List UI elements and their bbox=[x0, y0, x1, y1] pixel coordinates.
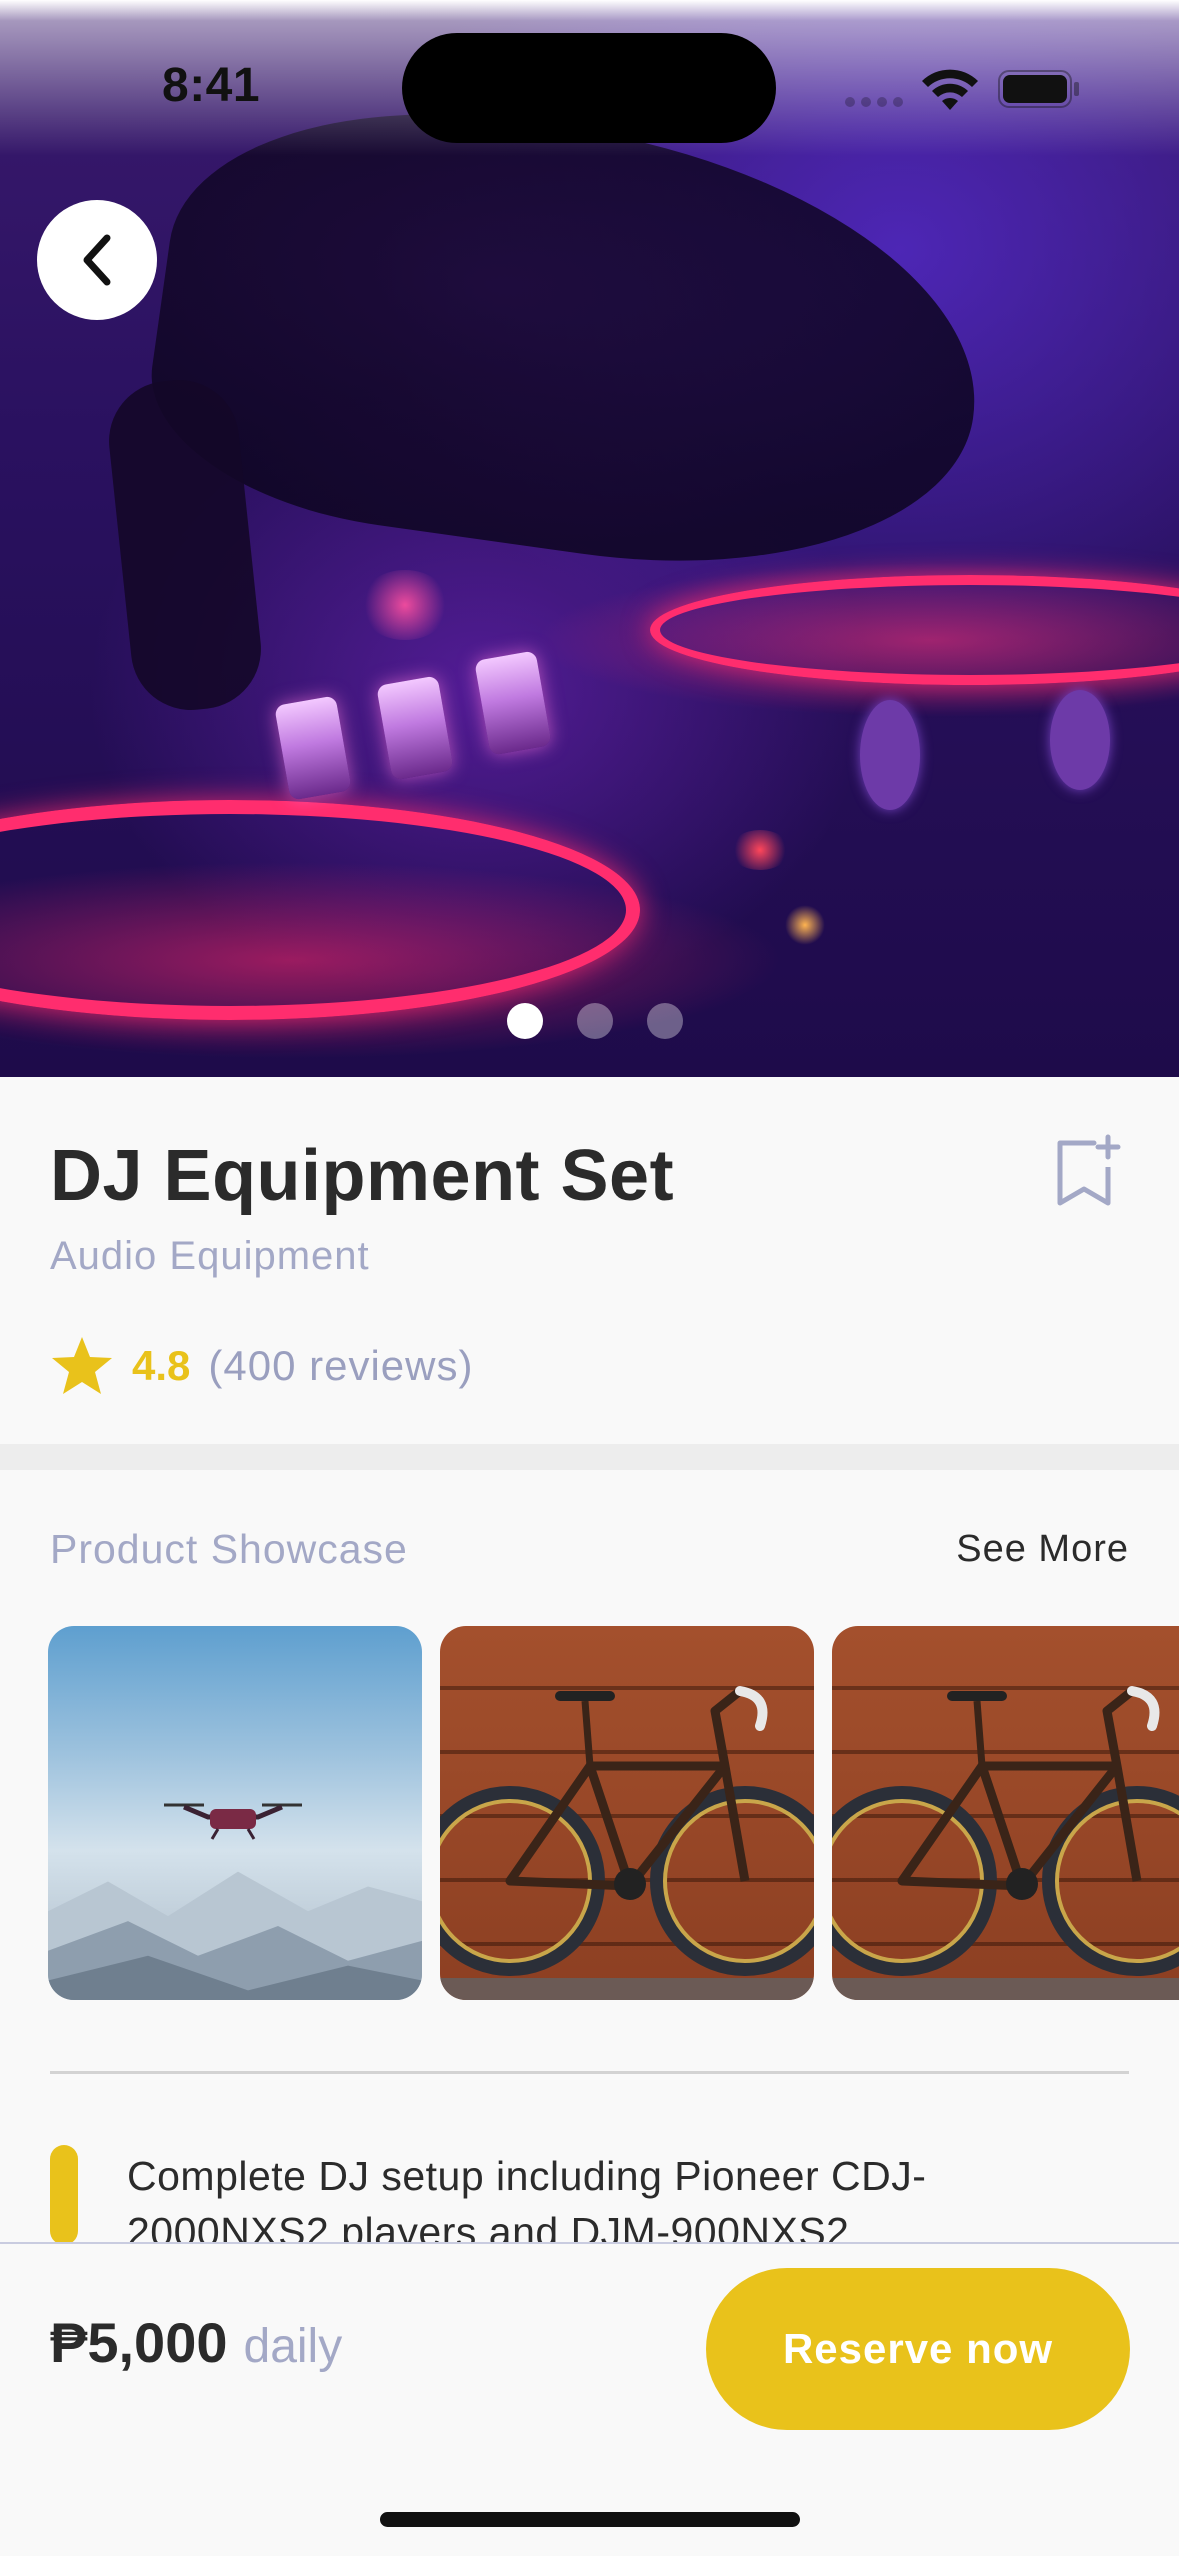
mixer-light bbox=[785, 905, 825, 945]
price-value: ₱5,000 bbox=[50, 2311, 228, 2374]
divider bbox=[50, 2071, 1129, 2074]
reserve-now-button[interactable]: Reserve now bbox=[706, 2268, 1130, 2430]
wifi-icon bbox=[922, 69, 978, 110]
mixer-fader bbox=[474, 650, 552, 756]
showcase-title: Product Showcase bbox=[50, 1526, 408, 1572]
review-count[interactable]: (400 reviews) bbox=[208, 1342, 473, 1390]
product-description: Complete DJ setup including Pioneer CDJ-… bbox=[127, 2153, 927, 2242]
carousel-dot-2[interactable] bbox=[576, 1003, 613, 1039]
description-accent-bar bbox=[50, 2145, 78, 2245]
price-row: ₱5,000 daily bbox=[50, 2310, 342, 2375]
rating-row: 4.8 (400 reviews) bbox=[50, 1335, 473, 1397]
star-icon bbox=[52, 1337, 112, 1394]
turntable-ring-left bbox=[0, 800, 640, 1020]
mixer-fader bbox=[274, 695, 352, 801]
chevron-left-icon bbox=[83, 234, 111, 286]
showcase-gallery[interactable] bbox=[48, 1626, 1179, 2000]
mixer-light bbox=[730, 830, 790, 870]
back-button[interactable] bbox=[37, 200, 157, 320]
section-separator bbox=[0, 1444, 1179, 1470]
dynamic-island bbox=[402, 33, 776, 143]
bookmark-add-icon[interactable] bbox=[1054, 1133, 1122, 1209]
turntable-ring-right bbox=[650, 575, 1179, 685]
home-indicator[interactable] bbox=[380, 2512, 800, 2527]
see-more-link[interactable]: See More bbox=[956, 1528, 1129, 1571]
mixer-knob bbox=[860, 700, 920, 810]
showcase-thumb-bicycle[interactable] bbox=[832, 1626, 1179, 2000]
carousel-indicator[interactable] bbox=[0, 1003, 1179, 1039]
cellular-signal-icon bbox=[845, 97, 903, 107]
carousel-dot-3[interactable] bbox=[646, 1003, 683, 1039]
hero-image-carousel[interactable] bbox=[0, 0, 1179, 1077]
bicycle-icon bbox=[832, 1686, 1179, 1976]
battery-icon bbox=[998, 70, 1079, 108]
mountains-graphic bbox=[48, 1871, 422, 2000]
price-unit: daily bbox=[243, 2320, 343, 2373]
mixer-knob bbox=[1050, 690, 1110, 790]
mixer-fader bbox=[376, 675, 454, 781]
rating-value: 4.8 bbox=[132, 1342, 191, 1389]
mixer-light bbox=[360, 570, 450, 640]
status-time: 8:41 bbox=[162, 59, 261, 112]
product-category: Audio Equipment bbox=[50, 1234, 370, 1278]
product-title: DJ Equipment Set bbox=[50, 1136, 675, 1216]
drone-icon bbox=[164, 1803, 302, 1840]
showcase-thumb-drone[interactable] bbox=[48, 1626, 422, 2000]
carousel-dot-1[interactable] bbox=[506, 1003, 543, 1039]
showcase-thumb-bicycle[interactable] bbox=[440, 1626, 814, 2000]
bicycle-icon bbox=[440, 1686, 814, 1976]
